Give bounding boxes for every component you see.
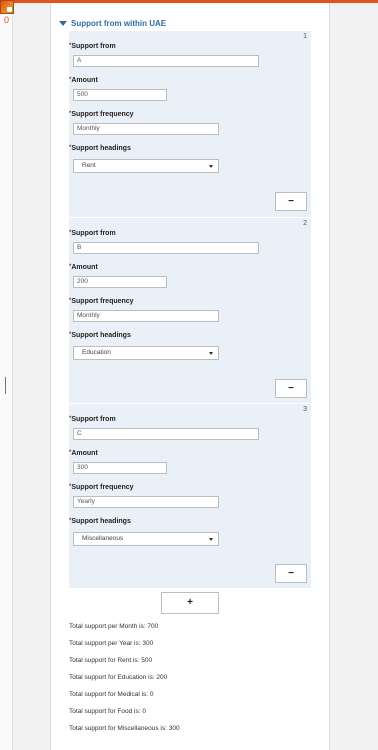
support-headings-select[interactable]: Education xyxy=(73,346,219,360)
support-headings-select[interactable]: Rent xyxy=(73,159,219,173)
selected-heading: Rent xyxy=(82,162,96,169)
support-headings-label: *Support headings xyxy=(69,332,131,339)
support-from-label: *Support from xyxy=(69,416,116,423)
label-text: Support frequency xyxy=(71,484,134,491)
support-from-label: *Support from xyxy=(69,230,116,237)
selected-heading: Miscellaneous xyxy=(82,535,124,542)
support-entry: 1 *Support from A *Amount 500 *Support f… xyxy=(69,31,311,217)
label-text: Support frequency xyxy=(71,111,134,118)
entry-number: 3 xyxy=(303,406,307,413)
form-panel: Support from within UAE 1 *Support from … xyxy=(50,3,330,750)
dropdown-arrow-icon xyxy=(209,538,213,541)
support-frequency-input[interactable]: Monthly xyxy=(73,310,219,322)
total-line: Total support per Year is: 300 xyxy=(69,640,154,647)
amount-input[interactable]: 500 xyxy=(73,89,167,101)
label-text: Support headings xyxy=(71,145,131,152)
support-headings-label: *Support headings xyxy=(69,518,131,525)
dropdown-arrow-icon xyxy=(209,165,213,168)
support-entry: 2 *Support from B *Amount 200 *Support f… xyxy=(69,217,311,403)
amount-label: *Amount xyxy=(69,450,98,457)
label-text: Support frequency xyxy=(71,298,134,305)
support-from-input[interactable]: B xyxy=(73,242,259,254)
label-text: Support from xyxy=(71,43,116,50)
badge-count: 0 xyxy=(4,15,10,25)
entry-number: 2 xyxy=(303,220,307,227)
label-text: Support from xyxy=(71,230,116,237)
section-header[interactable]: Support from within UAE xyxy=(59,16,166,30)
support-frequency-label: *Support frequency xyxy=(69,298,134,305)
dropdown-arrow-icon xyxy=(209,352,213,355)
remove-entry-button[interactable]: − xyxy=(275,564,307,583)
remove-entry-button[interactable]: − xyxy=(275,192,307,211)
left-rail xyxy=(0,0,13,750)
support-from-label: *Support from xyxy=(69,43,116,50)
total-line: Total support for Education is: 200 xyxy=(69,674,168,681)
support-headings-label: *Support headings xyxy=(69,145,131,152)
remove-entry-button[interactable]: − xyxy=(275,379,307,398)
total-line: Total support per Month is: 700 xyxy=(69,623,159,630)
support-frequency-label: *Support frequency xyxy=(69,484,134,491)
support-from-input[interactable]: C xyxy=(73,428,259,440)
selected-heading: Education xyxy=(82,349,111,356)
support-frequency-label: *Support frequency xyxy=(69,111,134,118)
label-text: Amount xyxy=(71,450,98,457)
support-frequency-input[interactable]: Yearly xyxy=(73,496,219,508)
app-logo-icon[interactable] xyxy=(0,0,14,14)
total-line: Total support for Medical is: 0 xyxy=(69,691,154,698)
entry-number: 1 xyxy=(303,33,307,40)
caret-down-icon[interactable] xyxy=(59,20,67,26)
amount-label: *Amount xyxy=(69,77,98,84)
section-title: Support from within UAE xyxy=(71,18,167,28)
amount-label: *Amount xyxy=(69,264,98,271)
label-text: Support from xyxy=(71,416,116,423)
label-text: Support headings xyxy=(71,518,131,525)
resize-handle[interactable] xyxy=(5,377,6,394)
amount-input[interactable]: 200 xyxy=(73,276,167,288)
label-text: Support headings xyxy=(71,332,131,339)
add-entry-button[interactable]: + xyxy=(161,592,219,614)
support-headings-select[interactable]: Miscellaneous xyxy=(73,532,219,546)
total-line: Total support for Miscellaneous is: 300 xyxy=(69,725,180,732)
support-frequency-input[interactable]: Monthly xyxy=(73,123,219,135)
support-entry: 3 *Support from C *Amount 300 *Support f… xyxy=(69,403,311,588)
amount-input[interactable]: 300 xyxy=(73,462,167,474)
total-line: Total support for Rent is: 500 xyxy=(69,657,153,664)
label-text: Amount xyxy=(71,264,98,271)
support-from-input[interactable]: A xyxy=(73,55,259,67)
total-line: Total support for Food is: 0 xyxy=(69,708,146,715)
label-text: Amount xyxy=(71,77,98,84)
